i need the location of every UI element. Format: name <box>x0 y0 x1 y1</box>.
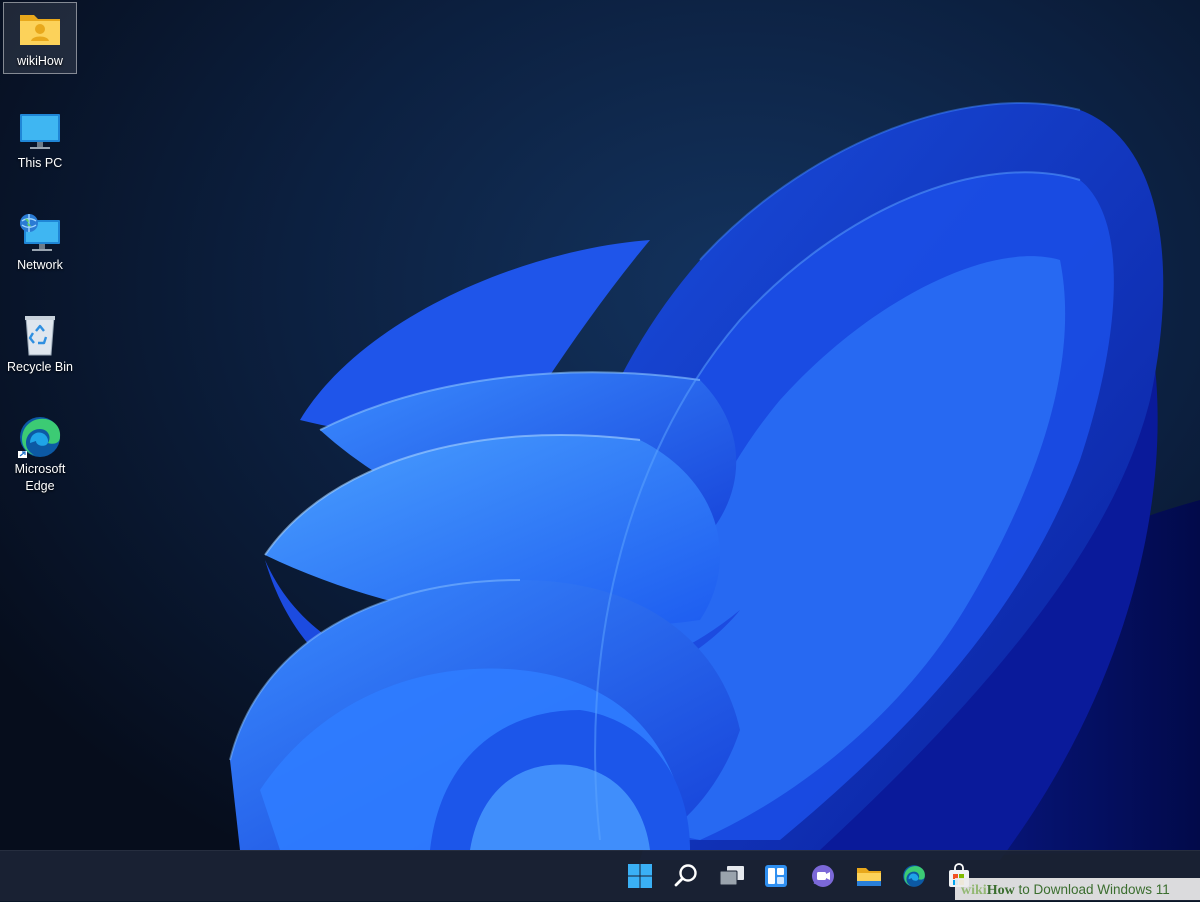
desktop-icon-label: Recycle Bin <box>7 360 73 374</box>
chat-button[interactable] <box>805 858 841 894</box>
start-button[interactable] <box>622 858 658 894</box>
user-folder-icon <box>20 15 60 45</box>
widgets-icon <box>765 865 787 887</box>
desktop-icon-label: Network <box>17 258 63 272</box>
wikihow-watermark: wikiHow to Download Windows 11 <box>955 878 1200 900</box>
widgets-button[interactable] <box>758 858 794 894</box>
desktop-icon-wikihow[interactable]: wikiHow <box>3 2 77 74</box>
watermark-title: to Download Windows 11 <box>1014 882 1170 897</box>
desktop-icon-recycle-bin[interactable]: Recycle Bin <box>3 308 77 380</box>
desktop-icon-this-pc[interactable]: This PC <box>3 104 77 176</box>
chat-icon <box>812 865 834 887</box>
windows-logo-icon <box>628 864 652 888</box>
search-icon <box>674 864 697 887</box>
edge-icon <box>903 865 925 887</box>
task-view-icon <box>719 866 744 886</box>
watermark-wiki: wiki <box>961 883 987 898</box>
desktop-icon-label: This PC <box>17 156 63 170</box>
desktop-icon-label: Microsoft Edge <box>14 462 66 493</box>
edge-icon <box>18 417 61 458</box>
edge-taskbar-button[interactable] <box>896 858 932 894</box>
folder-icon <box>857 868 881 886</box>
search-button[interactable] <box>668 858 704 894</box>
desktop-icon-label: wikiHow <box>17 54 63 68</box>
desktop-icon-network[interactable]: Network <box>3 206 77 278</box>
recycle-bin-icon <box>25 316 55 356</box>
file-explorer-button[interactable] <box>851 858 887 894</box>
desktop-icon-microsoft-edge[interactable]: Microsoft Edge <box>3 410 77 499</box>
network-icon <box>20 214 60 251</box>
watermark-how: How <box>986 883 1015 898</box>
wallpaper-bloom <box>0 0 1200 900</box>
monitor-icon <box>20 114 60 149</box>
task-view-button[interactable] <box>714 858 750 894</box>
